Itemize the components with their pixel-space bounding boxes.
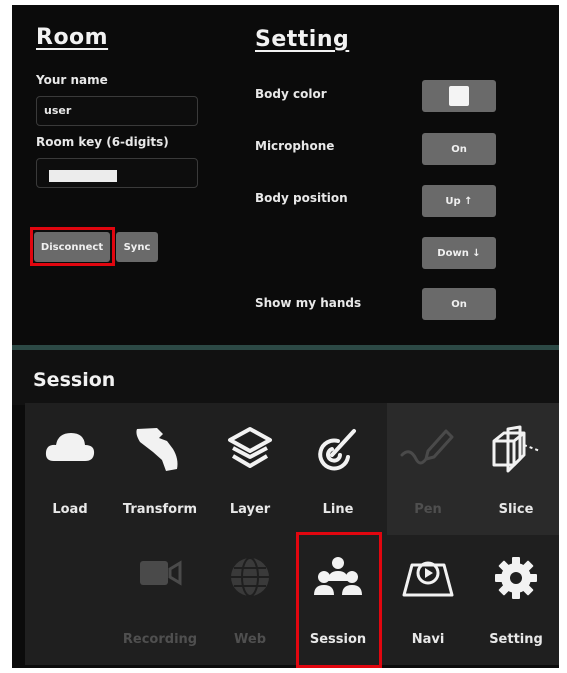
setting-heading: Setting: [255, 27, 350, 52]
slice-icon: [492, 425, 541, 473]
sync-button[interactable]: Sync: [116, 232, 158, 262]
tool-web: Web: [206, 535, 294, 661]
tool-label: Setting: [489, 632, 543, 647]
your-name-field[interactable]: user: [36, 96, 198, 126]
tool-layer[interactable]: Layer: [206, 405, 294, 531]
tool-label: Pen: [414, 502, 442, 517]
room-key-label: Room key (6-digits): [36, 135, 169, 149]
navi-icon: [402, 561, 454, 597]
microphone-label: Microphone: [255, 139, 335, 153]
body-color-swatch: [449, 86, 469, 106]
body-color-label: Body color: [255, 87, 327, 101]
room-key-redacted: [49, 170, 117, 182]
hand-icon: [136, 428, 178, 471]
gear-icon: [495, 557, 537, 599]
room-key-field[interactable]: [36, 158, 198, 188]
layers-icon: [228, 427, 272, 468]
tool-session[interactable]: Session: [294, 535, 382, 661]
show-hands-toggle[interactable]: On: [422, 288, 496, 320]
tool-label: Layer: [229, 502, 271, 517]
line-icon: [318, 429, 356, 471]
tool-line[interactable]: Line: [294, 405, 382, 531]
body-color-button[interactable]: [422, 80, 496, 112]
session-heading: Session: [33, 369, 116, 391]
tool-label: Slice: [498, 502, 534, 517]
your-name-label: Your name: [36, 73, 108, 87]
tool-label: Line: [322, 502, 354, 517]
tool-label: Transform: [122, 502, 198, 517]
pen-icon: [400, 429, 454, 465]
tool-label: Web: [234, 632, 266, 647]
microphone-toggle[interactable]: On: [422, 133, 496, 165]
your-name-value: user: [44, 104, 72, 117]
tool-label: Session: [309, 632, 367, 647]
tool-label: Recording: [122, 632, 198, 647]
tool-transform[interactable]: Transform: [116, 405, 204, 531]
body-up-button[interactable]: Up ↑: [422, 185, 496, 217]
body-position-label: Body position: [255, 191, 348, 205]
people-icon: [314, 557, 362, 595]
tool-load[interactable]: Load: [26, 405, 114, 531]
tool-recording: Recording: [116, 535, 204, 661]
vr-menu-panel: Room Your name user Room key (6-digits) …: [12, 5, 559, 668]
disconnect-button[interactable]: Disconnect: [34, 232, 110, 262]
show-hands-label: Show my hands: [255, 296, 362, 310]
tool-label: Load: [52, 502, 88, 517]
tool-slice[interactable]: Slice: [472, 405, 559, 531]
tool-setting[interactable]: Setting: [472, 535, 559, 661]
camera-icon: [140, 560, 182, 586]
room-heading: Room: [36, 25, 109, 50]
tool-pen: Pen: [384, 405, 472, 531]
tool-label: Navi: [411, 632, 445, 647]
cloud-icon: [45, 433, 95, 461]
body-down-button[interactable]: Down ↓: [422, 237, 496, 269]
globe-icon: [231, 557, 269, 597]
tool-navi[interactable]: Navi: [384, 535, 472, 661]
